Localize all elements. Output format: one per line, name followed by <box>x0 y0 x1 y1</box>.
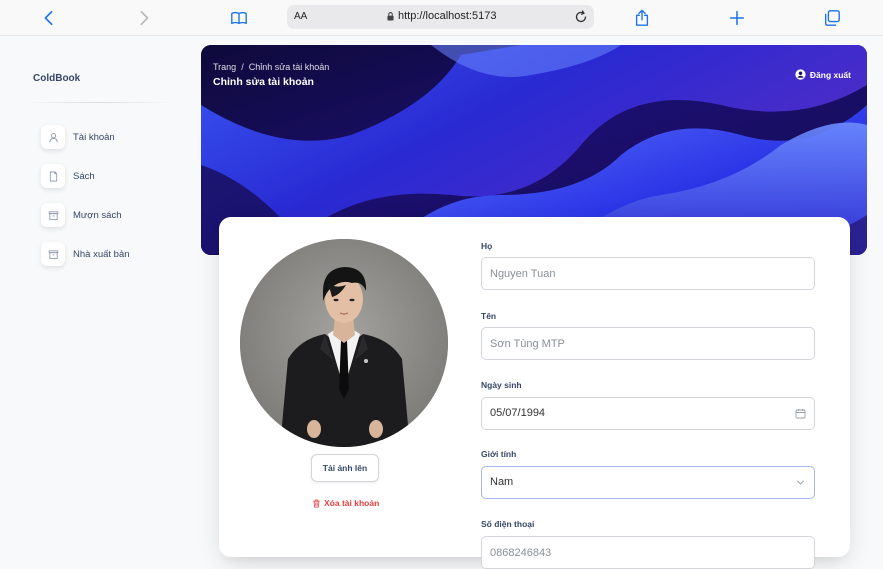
breadcrumb-separator: / <box>241 62 244 72</box>
gender-select[interactable]: Nam <box>481 466 815 499</box>
browser-toolbar: AA http://localhost:5173 <box>0 0 883 36</box>
sidebar-item-tai-khoan[interactable]: Tài khoản <box>41 125 115 149</box>
sidebar-item-label: Sách <box>73 170 95 182</box>
lock-icon <box>387 11 394 21</box>
page-title: Chỉnh sửa tài khoản <box>213 76 314 88</box>
logout-button[interactable]: Đăng xuất <box>795 69 851 80</box>
sidebar-item-nha-xuat-ban[interactable]: Nhà xuất bản <box>41 242 130 266</box>
breadcrumb-current: Chỉnh sửa tài khoản <box>248 62 330 72</box>
profile-photo <box>240 239 448 447</box>
document-icon <box>41 164 65 188</box>
sidebar: ColdBook Tài khoản Sách Mượn sách Nhà xu… <box>20 36 175 553</box>
last-name-label: Họ <box>481 241 493 251</box>
bookmarks-icon[interactable] <box>229 8 249 28</box>
birthdate-value: 05/07/1994 <box>490 407 546 419</box>
logout-label: Đăng xuất <box>809 69 851 80</box>
breadcrumb-root[interactable]: Trang <box>213 62 236 72</box>
box-icon <box>41 242 65 266</box>
gender-value: Nam <box>490 476 514 488</box>
last-name-input[interactable] <box>482 258 814 289</box>
birthdate-label: Ngày sinh <box>481 380 522 390</box>
user-circle-icon <box>795 69 806 80</box>
box-icon <box>41 203 65 227</box>
sidebar-item-sach[interactable]: Sách <box>41 164 95 188</box>
first-name-input[interactable] <box>482 328 814 359</box>
share-icon[interactable] <box>632 8 652 28</box>
sidebar-item-label: Nhà xuất bản <box>73 248 130 260</box>
upload-photo-button[interactable]: Tải ảnh lên <box>311 454 379 482</box>
breadcrumb: Trang / Chỉnh sửa tài khoản <box>213 62 329 72</box>
gender-label: Giới tính <box>481 449 517 459</box>
user-icon <box>41 125 65 149</box>
last-name-field[interactable] <box>481 257 815 290</box>
tabs-overview-icon[interactable] <box>822 8 842 28</box>
edit-account-card: Tải ảnh lên Xóa tài khoản Họ Tên Ngày si… <box>219 217 850 569</box>
reload-icon[interactable] <box>573 9 589 25</box>
calendar-icon[interactable] <box>795 408 806 419</box>
sidebar-item-label: Mượn sách <box>73 209 122 221</box>
sidebar-item-muon-sach[interactable]: Mượn sách <box>41 203 122 227</box>
trash-icon <box>313 499 320 508</box>
address-bar[interactable]: AA http://localhost:5173 <box>287 5 594 29</box>
first-name-label: Tên <box>481 311 497 321</box>
brand-logo-text[interactable]: ColdBook <box>33 73 80 84</box>
birthdate-field[interactable]: 05/07/1994 <box>481 397 815 430</box>
forward-icon[interactable] <box>134 8 154 28</box>
sidebar-divider <box>24 102 172 103</box>
reader-aa-button[interactable]: AA <box>294 11 307 22</box>
phone-label: Số điện thoại <box>481 519 535 529</box>
new-tab-icon[interactable] <box>727 8 747 28</box>
sidebar-item-label: Tài khoản <box>73 131 115 143</box>
chevron-down-icon <box>797 480 804 485</box>
first-name-field[interactable] <box>481 327 815 360</box>
profile-avatar <box>240 239 448 447</box>
delete-account-label: Xóa tài khoản <box>324 498 380 508</box>
delete-account-button[interactable]: Xóa tài khoản <box>312 498 379 508</box>
back-icon[interactable] <box>39 8 59 28</box>
url-text: http://localhost:5173 <box>398 10 497 22</box>
